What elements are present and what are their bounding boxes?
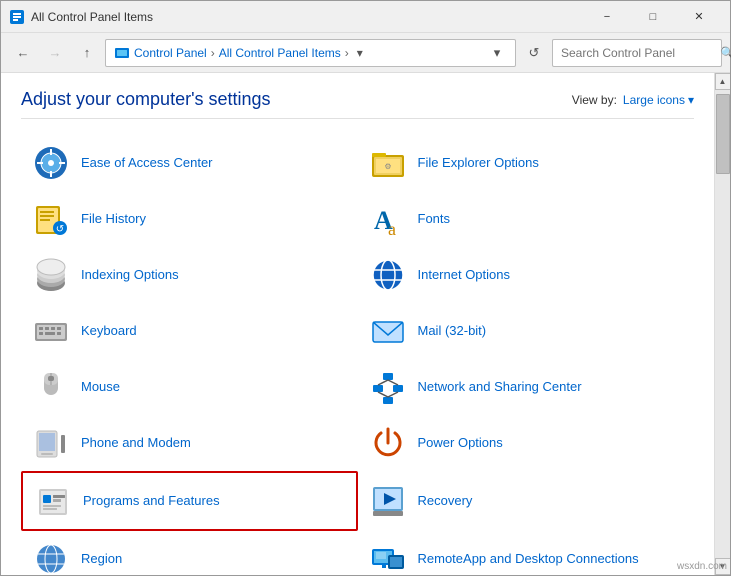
search-icon: 🔍 <box>720 46 731 60</box>
ease-icon <box>31 143 71 183</box>
item-label-network-sharing: Network and Sharing Center <box>418 379 582 396</box>
main-window: All Control Panel Items − □ ✕ ← → ↑ Cont… <box>0 0 731 576</box>
item-label-phone-modem: Phone and Modem <box>81 435 191 452</box>
item-label-internet-options: Internet Options <box>418 267 511 284</box>
scroll-down-button[interactable]: ▼ <box>715 558 731 575</box>
window-title: All Control Panel Items <box>31 10 584 24</box>
item-label-file-explorer-options: File Explorer Options <box>418 155 539 172</box>
maximize-button[interactable]: □ <box>630 1 676 33</box>
view-by-label: View by: <box>572 93 617 107</box>
scroll-thumb[interactable] <box>716 94 730 174</box>
search-input[interactable] <box>561 46 716 60</box>
item-label-file-history: File History <box>81 211 146 228</box>
control-item-keyboard[interactable]: Keyboard <box>21 303 358 359</box>
control-item-remoteapp[interactable]: RemoteApp and Desktop Connections <box>358 531 695 575</box>
scrollbar: ▲ ▼ <box>714 73 730 575</box>
control-item-power-options[interactable]: Power Options <box>358 415 695 471</box>
search-box[interactable]: 🔍 <box>552 39 722 67</box>
close-button[interactable]: ✕ <box>676 1 722 33</box>
mail-icon <box>368 311 408 351</box>
items-grid: Ease of Access Center ⚙ File Explorer Opti… <box>21 135 694 575</box>
control-item-file-explorer-options[interactable]: ⚙ File Explorer Options <box>358 135 695 191</box>
keyboard-icon <box>31 311 71 351</box>
content-area: Adjust your computer's settings View by:… <box>1 73 730 575</box>
minimize-button[interactable]: − <box>584 1 630 33</box>
fonts-icon: Aa <box>368 199 408 239</box>
indexing-icon <box>31 255 71 295</box>
control-item-recovery[interactable]: Recovery <box>358 471 695 531</box>
view-by-dropdown[interactable]: Large icons ▾ <box>623 93 694 107</box>
back-button[interactable]: ← <box>9 39 37 67</box>
forward-button[interactable]: → <box>41 39 69 67</box>
mouse-icon <box>31 367 71 407</box>
item-label-region: Region <box>81 551 122 568</box>
phone-icon <box>31 423 71 463</box>
item-label-recovery: Recovery <box>418 493 473 510</box>
svg-text:a: a <box>388 219 396 237</box>
control-item-mail[interactable]: Mail (32-bit) <box>358 303 695 359</box>
programs-icon <box>33 481 73 521</box>
control-item-phone-modem[interactable]: Phone and Modem <box>21 415 358 471</box>
internet-icon <box>368 255 408 295</box>
window-icon <box>9 9 25 25</box>
breadcrumb-all-items[interactable]: All Control Panel Items <box>219 46 341 60</box>
power-icon <box>368 423 408 463</box>
main-content: Adjust your computer's settings View by:… <box>1 73 714 575</box>
network-icon <box>368 367 408 407</box>
item-label-fonts: Fonts <box>418 211 451 228</box>
view-by-control: View by: Large icons ▾ <box>572 93 694 107</box>
item-label-mail: Mail (32-bit) <box>418 323 487 340</box>
item-label-ease-of-access: Ease of Access Center <box>81 155 213 172</box>
address-bar: ← → ↑ Control Panel › All Control Panel … <box>1 33 730 73</box>
control-item-mouse[interactable]: Mouse <box>21 359 358 415</box>
control-item-internet-options[interactable]: Internet Options <box>358 247 695 303</box>
item-label-keyboard: Keyboard <box>81 323 137 340</box>
region-icon <box>31 539 71 575</box>
control-item-network-sharing[interactable]: Network and Sharing Center <box>358 359 695 415</box>
title-bar: All Control Panel Items − □ ✕ <box>1 1 730 33</box>
scroll-track[interactable] <box>715 90 730 558</box>
control-item-region[interactable]: Region <box>21 531 358 575</box>
control-item-file-history[interactable]: ↺ File History <box>21 191 358 247</box>
control-item-fonts[interactable]: Aa Fonts <box>358 191 695 247</box>
refresh-button[interactable]: ↺ <box>520 39 548 67</box>
item-label-remoteapp: RemoteApp and Desktop Connections <box>418 551 639 568</box>
content-header: Adjust your computer's settings View by:… <box>21 89 694 119</box>
address-path[interactable]: Control Panel › All Control Panel Items … <box>105 39 516 67</box>
file-history-icon: ↺ <box>31 199 71 239</box>
scroll-up-button[interactable]: ▲ <box>715 73 731 90</box>
item-label-mouse: Mouse <box>81 379 120 396</box>
control-item-ease-of-access[interactable]: Ease of Access Center <box>21 135 358 191</box>
breadcrumb-control-panel[interactable]: Control Panel <box>134 46 207 60</box>
item-label-power-options: Power Options <box>418 435 503 452</box>
item-label-indexing-options: Indexing Options <box>81 267 179 284</box>
up-button[interactable]: ↑ <box>73 39 101 67</box>
address-dropdown[interactable]: ▾ <box>487 43 507 63</box>
remoteapp-icon <box>368 539 408 575</box>
control-item-programs-features[interactable]: Programs and Features <box>21 471 358 531</box>
breadcrumb-dropdown[interactable]: ▾ <box>357 46 363 60</box>
view-by-value-text: Large icons <box>623 93 685 107</box>
view-by-arrow: ▾ <box>688 93 694 107</box>
svg-text:⚙: ⚙ <box>384 162 391 171</box>
svg-text:↺: ↺ <box>56 224 64 235</box>
folder-options-icon: ⚙ <box>368 143 408 183</box>
item-label-programs-features: Programs and Features <box>83 493 220 510</box>
control-item-indexing-options[interactable]: Indexing Options <box>21 247 358 303</box>
recovery-icon <box>368 481 408 521</box>
window-controls: − □ ✕ <box>584 1 722 33</box>
page-title: Adjust your computer's settings <box>21 89 271 110</box>
